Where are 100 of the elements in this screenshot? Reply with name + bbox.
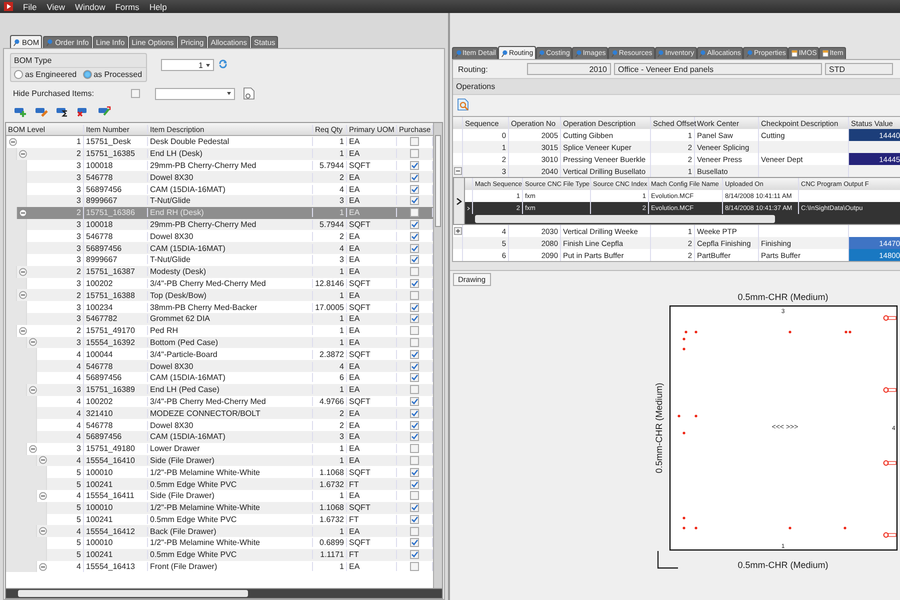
routing-description-field[interactable]: Office - Veneer End panels (614, 63, 822, 75)
checkbox[interactable] (410, 456, 419, 465)
menu-item[interactable]: Forms (115, 2, 140, 12)
table-row[interactable]: 2 15751_16388 Top (Desk/Bow) 1 EA (6, 289, 433, 302)
collapse-icon[interactable] (19, 326, 27, 335)
table-row[interactable]: 4 56897456 CAM (15DIA-16MAT) 3 EA (6, 430, 433, 443)
vertical-scrollbar[interactable] (433, 123, 442, 588)
collapse-icon[interactable] (39, 562, 47, 571)
checkbox[interactable] (410, 408, 419, 418)
checkbox[interactable] (410, 373, 419, 382)
table-row[interactable]: 4 546778 Dowel 8X30 4 EA (6, 360, 433, 372)
search-icon[interactable] (457, 98, 470, 111)
checkbox[interactable] (410, 362, 419, 371)
horizontal-scrollbar[interactable] (465, 214, 900, 224)
collapse-icon[interactable] (39, 456, 47, 464)
checkbox[interactable] (131, 89, 140, 98)
checkbox[interactable] (410, 278, 419, 288)
checkbox[interactable] (410, 137, 419, 146)
checkbox[interactable] (410, 149, 419, 158)
checkbox[interactable] (410, 526, 419, 536)
table-row[interactable]: 3 8999667 T-Nut/Glide 3 EA (6, 194, 433, 207)
table-cell: 0.5mm Edge White PVC (148, 514, 313, 524)
checkbox[interactable] (410, 184, 419, 194)
table-row[interactable]: 3 15751_16389 End LH (Ped Case) 1 EA (6, 384, 433, 396)
checkbox[interactable] (410, 444, 419, 454)
checkbox[interactable] (410, 338, 419, 347)
checkbox[interactable] (410, 232, 419, 241)
collapse-icon[interactable] (39, 527, 47, 536)
table-cell: 15554_16413 (84, 562, 148, 572)
table-cell-text: 5 (76, 550, 82, 560)
quantity-combo[interactable]: 1 (161, 59, 214, 71)
collapse-icon[interactable] (9, 138, 17, 146)
table-row[interactable]: 5 100010 1/2"-PB Melamine White-White 1.1068 SQFT (6, 502, 433, 514)
checkbox[interactable] (410, 255, 419, 264)
routing-number-field[interactable]: 2010 (527, 63, 611, 75)
menu-item[interactable]: Window (74, 2, 106, 12)
checkbox[interactable] (410, 160, 419, 170)
checkbox[interactable] (410, 326, 419, 336)
table-row[interactable]: 4 321410 MODEZE CONNECTOR/BOLT 2 EA (6, 407, 433, 420)
checkbox[interactable] (410, 302, 419, 312)
radio-button[interactable] (82, 70, 92, 79)
menu-item[interactable]: View (46, 2, 65, 12)
table-row[interactable]: 3 15554_16392 Bottom (Ped Case) 1 EA (6, 336, 433, 348)
checkbox[interactable] (410, 480, 419, 488)
checkbox[interactable] (410, 503, 419, 512)
checkbox[interactable] (410, 267, 419, 276)
filter-dropdown[interactable] (155, 88, 235, 100)
checkbox[interactable] (410, 562, 419, 572)
collapse-icon[interactable] (454, 167, 462, 175)
checkbox[interactable] (410, 420, 419, 430)
checkbox[interactable] (410, 208, 419, 218)
refresh-icon[interactable] (218, 59, 228, 69)
document-icon[interactable] (243, 87, 255, 100)
checkbox[interactable] (410, 550, 419, 560)
radio-button[interactable] (14, 70, 23, 79)
table-row[interactable]: 4 15554_16410 Side (File Drawer) 1 EA (6, 454, 433, 466)
checkbox[interactable] (410, 491, 419, 500)
table-row[interactable]: 2 15751_16385 End LH (Desk) 1 EA (6, 148, 433, 160)
table-row[interactable]: 4 15554_16413 Front (File Drawer) 1 EA (6, 560, 433, 572)
table-cell: 1.1068 (313, 503, 347, 512)
collapse-icon[interactable] (29, 444, 37, 453)
horizontal-scrollbar[interactable] (6, 588, 442, 598)
checkbox[interactable] (410, 538, 419, 548)
checkbox[interactable] (410, 290, 419, 300)
collapse-icon[interactable] (29, 386, 37, 394)
checkbox[interactable] (410, 350, 419, 359)
collapse-icon[interactable] (19, 150, 27, 158)
table-row[interactable]: 3 5467782 Grommet 62 DIA 1 EA (6, 312, 433, 325)
checkbox[interactable] (410, 244, 419, 253)
collapse-icon[interactable] (19, 268, 27, 276)
checkbox[interactable] (410, 220, 419, 229)
checkbox[interactable] (410, 432, 419, 442)
add-row-icon[interactable] (14, 106, 27, 117)
collapse-icon[interactable] (19, 208, 27, 217)
edit-row-icon[interactable] (35, 106, 48, 117)
checkbox[interactable] (410, 385, 419, 394)
checkbox[interactable] (410, 514, 419, 524)
table-row[interactable]: 5 100241 0.5mm Edge White PVC 1.1171 FT (6, 548, 433, 561)
menu-item[interactable]: File (23, 2, 37, 12)
collapse-icon[interactable] (39, 492, 47, 500)
menu-item[interactable]: Help (149, 2, 167, 12)
checkbox[interactable] (410, 196, 419, 206)
table-row[interactable]: 3 100018 29mm-PB Cherry-Cherry Med 5.7944 SQFT (6, 218, 433, 230)
routing-code-field[interactable]: STD (825, 63, 893, 75)
checkbox[interactable] (410, 314, 419, 324)
table-row[interactable]: 3 56897456 CAM (15DIA-16MAT) 4 EA (6, 242, 433, 254)
table-row[interactable]: 5 100241 0.5mm Edge White PVC 1.6732 FT (6, 478, 433, 490)
move-row-icon[interactable] (98, 106, 111, 117)
table-row[interactable]: 2 15751_16387 Modesty (Desk) 1 EA (6, 266, 433, 278)
table-row[interactable]: 4 15554_16412 Back (File Drawer) 1 EA (6, 525, 433, 538)
checkbox[interactable] (410, 396, 419, 406)
table-cell: 56897456 (84, 432, 148, 442)
checkbox[interactable] (410, 172, 419, 182)
table-cell: 15751_16387 (84, 267, 148, 276)
checkbox[interactable] (410, 468, 419, 477)
collapse-icon[interactable] (29, 338, 37, 346)
collapse-icon[interactable] (19, 291, 27, 300)
table-row[interactable]: 3 546778 Dowel 8X30 2 EA (6, 171, 433, 184)
expand-icon[interactable] (454, 227, 462, 235)
sum-row-icon[interactable] (56, 106, 69, 117)
